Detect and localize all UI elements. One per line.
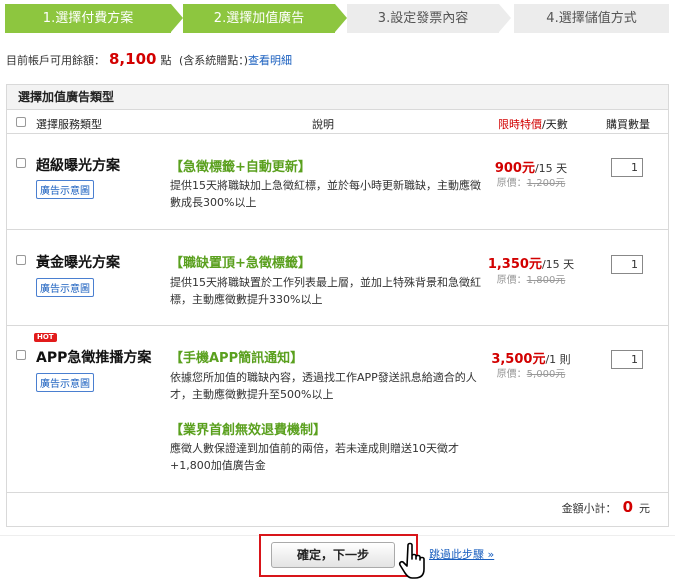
step-1-arrow: [171, 4, 183, 32]
plan-feature-refund: 【業界首創無效退費機制】: [170, 423, 327, 438]
ad-demo-button[interactable]: 廣告示意圖: [36, 373, 94, 392]
plan-name: 超級曝光方案: [36, 158, 120, 174]
step-2-label: 2.選擇加值廣告: [213, 11, 305, 26]
header-price: 限時特價/天數: [498, 118, 568, 131]
confirm-next-button[interactable]: 確定，下一步: [271, 542, 395, 568]
step-2: 2.選擇加值廣告: [183, 4, 335, 33]
balance-prefix: 目前帳戶可用餘額：: [6, 54, 105, 67]
plan-feature: 【急徵標籤+自動更新】: [170, 160, 311, 175]
addon-ad-panel: 選擇加值廣告類型 選擇服務類型 說明 限時特價/天數 購買數量 超級曝光方案 廣…: [6, 84, 669, 527]
ad-demo-button[interactable]: 廣告示意圖: [36, 180, 94, 199]
plan-feature: 【職缺置頂+急徵標籤】: [170, 256, 311, 271]
plan-name: APP急徵推播方案: [36, 350, 152, 366]
plan-name: 黃金曝光方案: [36, 255, 120, 271]
balance-unit: 點: [160, 54, 172, 67]
plan-original-price: 原價：5,000元: [496, 369, 566, 380]
plan-checkbox[interactable]: [16, 158, 26, 168]
step-3-label: 3.設定發票內容: [377, 11, 469, 26]
panel-title: 選擇加值廣告類型: [7, 85, 668, 110]
step-3: 3.設定發票內容: [347, 4, 499, 33]
header-type: 選擇服務類型: [36, 118, 102, 131]
plan-original-price: 原價：1,200元: [496, 178, 566, 189]
plan-original-price: 原價：1,800元: [496, 275, 566, 286]
plan-row: 超級曝光方案 廣告示意圖 【急徵標籤+自動更新】 提供15天將職缺加上急徵紅標，…: [7, 134, 668, 230]
plan-description-refund: 應徵人數保證達到加值前的兩倍，若未達成則贈送10天徵才+1,800加值廣告金: [170, 442, 459, 472]
subtotal-label: 金額小計：: [561, 502, 617, 515]
plan-checkbox[interactable]: [16, 255, 26, 265]
balance-note: (含系統贈點：): [178, 54, 249, 67]
hand-cursor-icon: [398, 542, 425, 579]
step-4: 4.選擇儲值方式: [514, 4, 669, 33]
select-all-checkbox[interactable]: [16, 117, 26, 127]
quantity-input[interactable]: 1: [611, 158, 643, 177]
plan-description: 提供15天將職缺加上急徵紅標，並於每小時更新職缺，主動應徵數成長300%以上: [170, 179, 481, 209]
step-2-arrow: [335, 4, 347, 32]
plan-price: 1,350元/15 天: [487, 257, 575, 272]
ad-demo-button[interactable]: 廣告示意圖: [36, 278, 94, 297]
step-1: 1.選擇付費方案: [5, 4, 171, 33]
step-3-arrow: [499, 4, 511, 32]
view-details-link[interactable]: 查看明細: [248, 54, 292, 67]
subtotal-value: 0: [622, 498, 633, 516]
plan-description: 依據您所加值的職缺內容，透過找工作APP發送訊息給適合的人才，主動應徵數提升至5…: [170, 371, 477, 401]
plan-feature: 【手機APP簡訊通知】: [170, 351, 304, 366]
plan-row: HOT APP急徵推播方案 廣告示意圖 【手機APP簡訊通知】 依據您所加值的職…: [7, 326, 668, 493]
step-4-label: 4.選擇儲值方式: [546, 11, 637, 26]
step-1-label: 1.選擇付費方案: [42, 11, 134, 26]
table-header: 選擇服務類型 說明 限時特價/天數 購買數量: [7, 110, 668, 134]
plan-row: 黃金曝光方案 廣告示意圖 【職缺置頂+急徵標籤】 提供15天將職缺置於工作列表最…: [7, 230, 668, 326]
header-qty: 購買數量: [606, 118, 650, 131]
balance-amount: 8,100: [109, 50, 157, 68]
subtotal-unit: 元: [639, 502, 650, 515]
quantity-input[interactable]: 1: [611, 255, 643, 274]
plan-description: 提供15天將職缺置於工作列表最上層，並加上特殊背景和急徵紅標，主動應徵數提升33…: [170, 276, 481, 306]
quantity-input[interactable]: 1: [611, 350, 643, 369]
header-desc: 說明: [312, 118, 334, 131]
hot-badge: HOT: [34, 333, 57, 342]
subtotal: 金額小計： 0 元: [562, 498, 650, 516]
account-balance: 目前帳戶可用餘額： 8,100 點 (含系統贈點：)查看明細: [6, 50, 292, 68]
step-progress-bar: 1.選擇付費方案 2.選擇加值廣告 3.設定發票內容 4.選擇儲值方式: [5, 4, 669, 33]
plan-checkbox[interactable]: [16, 350, 26, 360]
skip-step-link[interactable]: 跳過此步驟 »: [429, 546, 494, 562]
